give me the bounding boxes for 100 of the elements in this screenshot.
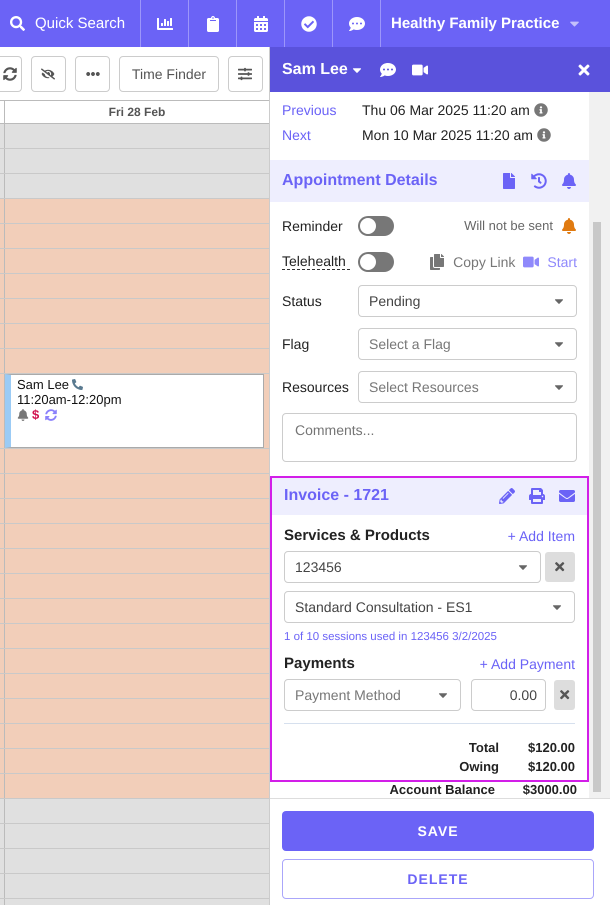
select-field[interactable]: Select Resources bbox=[358, 371, 577, 404]
time-slot[interactable] bbox=[0, 699, 269, 724]
sessions-note: 1 of 10 sessions used in 123456 3/2/2025 bbox=[283, 630, 498, 643]
section-title: Invoice - 1721 bbox=[284, 487, 390, 506]
bell-icon[interactable] bbox=[561, 172, 577, 189]
time-slot[interactable] bbox=[0, 324, 269, 349]
total-label: Account Balance bbox=[390, 782, 495, 798]
total-label: Total bbox=[468, 740, 499, 755]
time-slot[interactable] bbox=[0, 774, 269, 799]
amount-field[interactable]: 0.00 bbox=[471, 678, 546, 711]
time-slot[interactable] bbox=[0, 649, 269, 674]
time-slot[interactable] bbox=[0, 349, 269, 374]
copy-link[interactable]: Copy Link bbox=[453, 254, 516, 270]
document-icon[interactable] bbox=[501, 172, 517, 189]
time-slot[interactable] bbox=[0, 299, 269, 324]
close-icon bbox=[558, 688, 572, 702]
hide-button[interactable] bbox=[30, 56, 66, 92]
billing-mark: $ bbox=[32, 407, 40, 422]
appointment-card[interactable]: Sam Lee 11:20am-12:20pm $ bbox=[5, 374, 264, 448]
select-field[interactable]: Standard Consultation - ES1 bbox=[284, 590, 575, 623]
time-slot[interactable] bbox=[0, 674, 269, 699]
field-label: Telehealth bbox=[282, 253, 350, 270]
video-icon[interactable] bbox=[523, 254, 540, 270]
total-value: $120.00 bbox=[527, 758, 575, 774]
scrollbar-thumb[interactable] bbox=[593, 222, 601, 792]
copy-icon[interactable] bbox=[429, 254, 446, 270]
quick-search-button[interactable]: Quick Search bbox=[0, 0, 141, 47]
add-item-link[interactable]: + Add Item bbox=[508, 528, 575, 544]
reminder-note: Will not be sent bbox=[464, 218, 553, 234]
refresh-icon bbox=[3, 66, 18, 80]
time-slot[interactable] bbox=[0, 849, 269, 874]
time-slot[interactable] bbox=[0, 449, 269, 474]
time-slot[interactable] bbox=[0, 224, 269, 249]
save-button[interactable]: SAVE bbox=[282, 811, 594, 851]
comments-field[interactable]: Comments... bbox=[282, 412, 577, 462]
section-subtitle: Payments bbox=[284, 655, 356, 672]
remove-button[interactable] bbox=[545, 552, 575, 582]
section-subtitle: Services & Products bbox=[284, 527, 431, 544]
practice-menu[interactable]: Healthy Family Practice bbox=[381, 0, 610, 47]
chat-icon[interactable] bbox=[380, 62, 396, 78]
pencil-icon[interactable] bbox=[499, 488, 515, 504]
time-slot[interactable] bbox=[0, 249, 269, 274]
add-payment-link[interactable]: + Add Payment bbox=[480, 656, 575, 672]
close-icon[interactable] bbox=[576, 62, 592, 78]
time-finder-button[interactable]: Time Finder bbox=[119, 56, 219, 92]
mail-icon[interactable] bbox=[559, 488, 575, 504]
delete-button[interactable]: DELETE bbox=[282, 859, 594, 899]
toggle-switch[interactable] bbox=[358, 216, 394, 236]
time-slot[interactable] bbox=[0, 474, 269, 499]
bell-icon bbox=[561, 218, 577, 234]
time-slot[interactable] bbox=[0, 749, 269, 774]
toggle-switch[interactable] bbox=[358, 252, 394, 272]
phone-icon bbox=[72, 379, 84, 390]
bell-icon bbox=[17, 408, 29, 420]
filter-button[interactable] bbox=[228, 56, 264, 92]
video-icon[interactable] bbox=[412, 62, 428, 78]
field-label: Flag bbox=[282, 336, 310, 352]
remove-button[interactable] bbox=[554, 680, 575, 710]
eye-slash-icon bbox=[41, 66, 56, 80]
sliders-icon bbox=[238, 66, 252, 80]
appointment-date: Mon 10 Mar 2025 11:20 am bbox=[362, 127, 533, 144]
more-button[interactable] bbox=[75, 56, 110, 92]
patient-menu[interactable]: Sam Lee bbox=[282, 60, 364, 78]
appointment-name: Sam Lee bbox=[17, 377, 70, 392]
day-header: Fri 28 Feb bbox=[108, 104, 166, 121]
total-value: $120.00 bbox=[527, 740, 575, 755]
start-link[interactable]: Start bbox=[547, 254, 577, 270]
search-icon bbox=[10, 16, 25, 31]
info-icon[interactable] bbox=[534, 102, 548, 117]
time-slot[interactable] bbox=[0, 199, 269, 224]
appointment-link[interactable]: Previous bbox=[282, 102, 362, 118]
time-slot[interactable] bbox=[0, 549, 269, 574]
total-value: $3000.00 bbox=[522, 782, 577, 798]
total-label: Owing bbox=[459, 758, 499, 774]
time-slot[interactable] bbox=[0, 124, 269, 149]
time-slot[interactable] bbox=[0, 724, 269, 749]
payment-method-select[interactable]: Payment Method bbox=[284, 678, 461, 711]
select-field[interactable]: 123456 bbox=[284, 550, 541, 583]
time-slot[interactable] bbox=[0, 274, 269, 299]
history-icon[interactable] bbox=[531, 172, 547, 189]
select-field[interactable]: Select a Flag bbox=[358, 328, 577, 360]
field-label: Status bbox=[282, 293, 323, 310]
time-slot[interactable] bbox=[0, 149, 269, 174]
time-slot[interactable] bbox=[0, 499, 269, 524]
refresh-button[interactable] bbox=[0, 56, 22, 92]
time-slot[interactable] bbox=[0, 524, 269, 549]
time-slot[interactable] bbox=[0, 599, 269, 624]
print-icon[interactable] bbox=[529, 488, 545, 504]
appointment-time: 11:20am-12:20pm bbox=[17, 392, 122, 407]
time-slot[interactable] bbox=[0, 874, 269, 899]
time-slot[interactable] bbox=[0, 824, 269, 849]
time-slot[interactable] bbox=[0, 574, 269, 599]
time-slot[interactable] bbox=[0, 799, 269, 824]
info-icon[interactable] bbox=[536, 128, 551, 142]
time-slot[interactable] bbox=[0, 174, 269, 199]
select-field[interactable]: Pending bbox=[358, 285, 577, 318]
appointment-date: Thu 06 Mar 2025 11:20 am bbox=[362, 102, 530, 118]
recurring-icon bbox=[45, 408, 58, 420]
appointment-link[interactable]: Next bbox=[282, 127, 362, 144]
time-slot[interactable] bbox=[0, 624, 269, 649]
